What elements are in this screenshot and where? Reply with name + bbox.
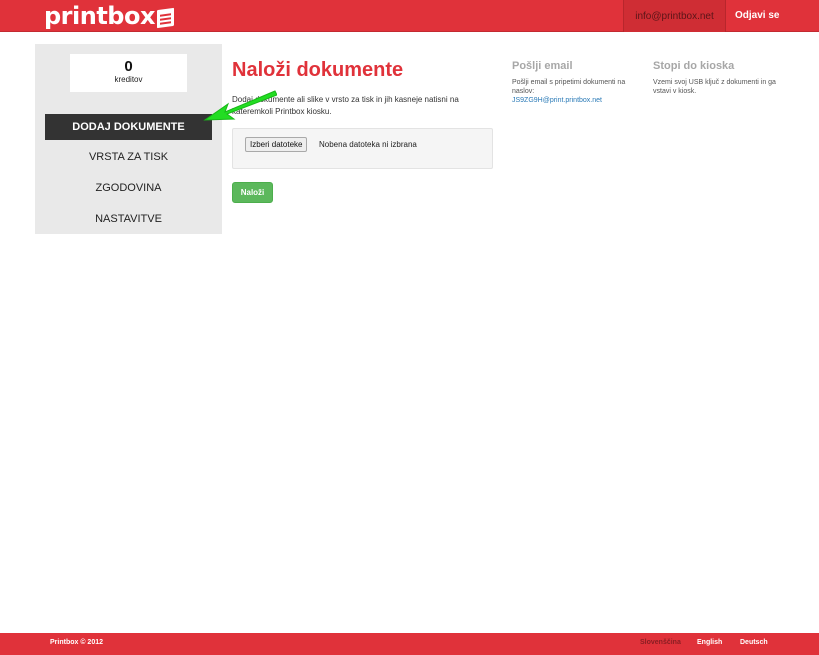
credits-box: 0 kreditov: [70, 54, 187, 92]
copyright: Printbox © 2012: [50, 639, 104, 646]
printbox-logo[interactable]: printbox: [44, 3, 174, 29]
kiosk-text: Vzemi svoj USB ključ z dokumenti in ga v…: [653, 79, 776, 95]
choose-files-button[interactable]: Izberi datoteke: [245, 137, 308, 152]
upload-button[interactable]: Naloži: [232, 182, 273, 203]
document-stack-icon: [156, 7, 174, 28]
kiosk-section: Stopi do kioska Vzemi svoj USB ključ z d…: [653, 60, 778, 96]
send-email-section: Pošlji email Pošlji email s pripetimi do…: [512, 60, 637, 105]
sidebar-item-print-queue[interactable]: VRSTA ZA TISK: [45, 144, 212, 170]
kiosk-title: Stopi do kioska: [653, 60, 735, 72]
top-bar: printbox info@printbox.net Odjavi se: [0, 0, 819, 32]
sidebar: 0 kreditov DODAJ DOKUMENTE VRSTA ZA TISK…: [35, 44, 222, 234]
upload-email-address[interactable]: JS9ZG9H@print.printbox.net: [512, 96, 637, 105]
lang-slovenian[interactable]: Slovenščina: [640, 639, 681, 646]
upload-panel: Izberi datoteke Nobena datoteka ni izbra…: [232, 128, 493, 169]
credits-value: 0: [124, 58, 133, 75]
green-arrow-icon: [203, 90, 277, 121]
lang-english[interactable]: English: [697, 639, 722, 646]
logo-wordmark: printbox: [44, 2, 155, 30]
account-email[interactable]: info@printbox.net: [623, 0, 726, 32]
sidebar-item-settings[interactable]: NASTAVITVE: [45, 206, 212, 232]
sidebar-item-add-documents[interactable]: DODAJ DOKUMENTE: [45, 114, 212, 140]
sidebar-item-history[interactable]: ZGODOVINA: [45, 175, 212, 201]
lang-german[interactable]: Deutsch: [740, 639, 768, 646]
send-email-text: Pošlji email s pripetimi dokumenti na na…: [512, 79, 626, 95]
page-title: Naloži dokumente: [232, 59, 404, 81]
credits-label: kreditov: [114, 75, 143, 84]
footer: Printbox © 2012 Slovenščina English Deut…: [0, 633, 819, 655]
file-status-text: Nobena datoteka ni izbrana: [319, 140, 417, 149]
send-email-title: Pošlji email: [512, 60, 573, 72]
logout-link[interactable]: Odjavi se: [735, 10, 779, 21]
